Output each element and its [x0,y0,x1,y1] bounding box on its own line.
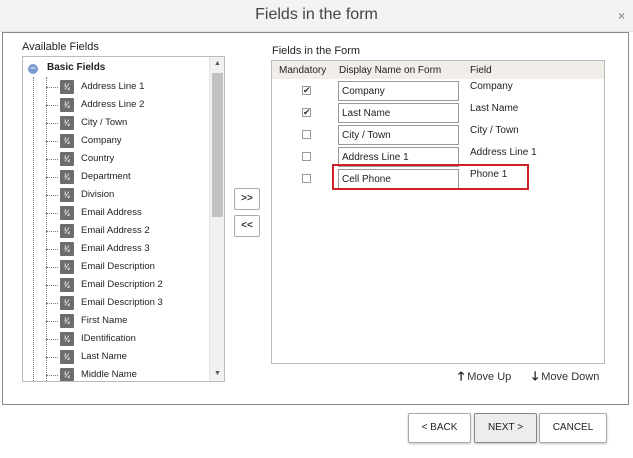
close-icon[interactable]: × [618,9,625,23]
scroll-down-arrow-icon[interactable]: ▼ [210,367,224,381]
tree-node-label: Basic Fields [47,62,106,73]
tree-item[interactable]: ¼ Email Address [46,205,206,221]
field-name: Address Line 1 [470,147,537,158]
tree-item-label: IDentification [81,333,136,344]
tree-item[interactable]: ¼ Country [46,151,206,167]
arrow-down-icon: 🡓 [532,369,539,383]
mandatory-checkbox[interactable]: ✔ [302,86,311,95]
mandatory-checkbox[interactable] [302,174,311,183]
move-down-label: Move Down [541,371,600,383]
remove-field-button[interactable]: << [234,215,260,237]
tree-item-label: Address Line 2 [81,99,145,110]
mandatory-checkbox[interactable] [302,152,311,161]
field-icon: ¼ [60,224,74,238]
add-field-button[interactable]: >> [234,188,260,210]
column-header-mandatory: Mandatory [279,65,327,76]
tree-item-label: Email Address 2 [81,225,150,236]
move-up-label: Move Up [467,371,512,383]
field-icon: ¼ [60,314,74,328]
tree-item-label: Last Name [81,351,127,362]
tree-content: − Basic Fields ¼ Address Line 1 ¼ Address … [23,57,209,381]
scroll-up-arrow-icon[interactable]: ▲ [210,57,224,71]
field-name: City / Town [470,125,519,136]
column-header-field: Field [470,65,492,76]
tree-item[interactable]: ¼ Email Address 2 [46,223,206,239]
field-icon: ¼ [60,152,74,166]
mandatory-checkbox[interactable]: ✔ [302,108,311,117]
move-down-button[interactable]: 🡓 Move Down [532,367,599,388]
field-icon: ¼ [60,116,74,130]
field-icon: ¼ [60,260,74,274]
form-fields-label: Fields in the Form [272,45,361,57]
field-icon: ¼ [60,332,74,346]
field-icon: ¼ [60,296,74,310]
field-name: Last Name [470,103,519,114]
tree-item[interactable]: ¼ Email Address 3 [46,241,206,257]
cancel-button[interactable]: CANCEL [539,413,607,443]
tree-item-label: Division [81,189,115,200]
field-name: Company [470,81,513,92]
tree-item[interactable]: ¼ Middle Name [46,367,206,381]
tree-item-label: Email Description 2 [81,279,163,290]
table-row[interactable]: ✔ Last Name [272,103,604,125]
tree-item-label: Department [81,171,131,182]
field-icon: ¼ [60,278,74,292]
tree-item-label: Email Description 3 [81,297,163,308]
move-up-button[interactable]: 🡑 Move Up [458,367,511,388]
available-fields-label: Available Fields [22,41,99,53]
tree-item[interactable]: ¼ IDentification [46,331,206,347]
column-header-display-name: Display Name on Form [339,65,442,76]
tree-item-label: Country [81,153,115,164]
display-name-input[interactable] [338,81,459,101]
display-name-input[interactable] [338,103,459,123]
dialog-title: Fields in the form [255,6,378,23]
tree-scrollbar[interactable]: ▲ ▼ [209,57,224,381]
field-icon: ¼ [60,242,74,256]
field-icon: ¼ [60,188,74,202]
tree-item[interactable]: ¼ Email Description 3 [46,295,206,311]
tree-item[interactable]: ¼ Department [46,169,206,185]
tree-item[interactable]: ¼ Last Name [46,349,206,365]
field-icon: ¼ [60,368,74,381]
available-fields-tree[interactable]: − Basic Fields ¼ Address Line 1 ¼ Address … [22,56,225,382]
field-icon: ¼ [60,98,74,112]
highlight-box [332,164,529,190]
arrow-up-icon: 🡑 [458,369,465,383]
field-icon: ¼ [60,350,74,364]
mandatory-checkbox[interactable] [302,130,311,139]
tree-item-label: Middle Name [81,369,137,380]
collapse-icon[interactable]: − [28,64,38,74]
tree-item[interactable]: ¼ Division [46,187,206,203]
tree-item-label: Email Address 3 [81,243,150,254]
tree-item[interactable]: ¼ Company [46,133,206,149]
field-icon: ¼ [60,170,74,184]
tree-item[interactable]: ¼ Address Line 2 [46,97,206,113]
tree-item-label: First Name [81,315,128,326]
tree-item-label: Address Line 1 [81,81,145,92]
table-row[interactable]: ✔ Company [272,81,604,103]
tree-item[interactable]: ¼ City / Town [46,115,206,131]
form-fields-grid: Mandatory Display Name on Form Field ✔ C… [271,60,605,364]
tree-item-label: Email Address [81,207,142,218]
tree-item[interactable]: ¼ Email Description 2 [46,277,206,293]
tree-item-label: City / Town [81,117,128,128]
field-icon: ¼ [60,206,74,220]
tree-item-label: Company [81,135,122,146]
tree-item[interactable]: ¼ First Name [46,313,206,329]
scrollbar-thumb[interactable] [212,73,223,217]
tree-item[interactable]: ¼ Address Line 1 [46,79,206,95]
field-icon: ¼ [60,134,74,148]
table-row[interactable]: City / Town [272,125,604,147]
tree-item-label: Email Description [81,261,155,272]
back-button[interactable]: < BACK [408,413,471,443]
tree-item[interactable]: ¼ Email Description [46,259,206,275]
next-button[interactable]: NEXT > [474,413,537,443]
field-icon: ¼ [60,80,74,94]
display-name-input[interactable] [338,125,459,145]
tree-guide-line [33,77,34,381]
grid-header: Mandatory Display Name on Form Field [272,61,604,79]
dialog-titlebar: Fields in the form × [0,0,633,32]
